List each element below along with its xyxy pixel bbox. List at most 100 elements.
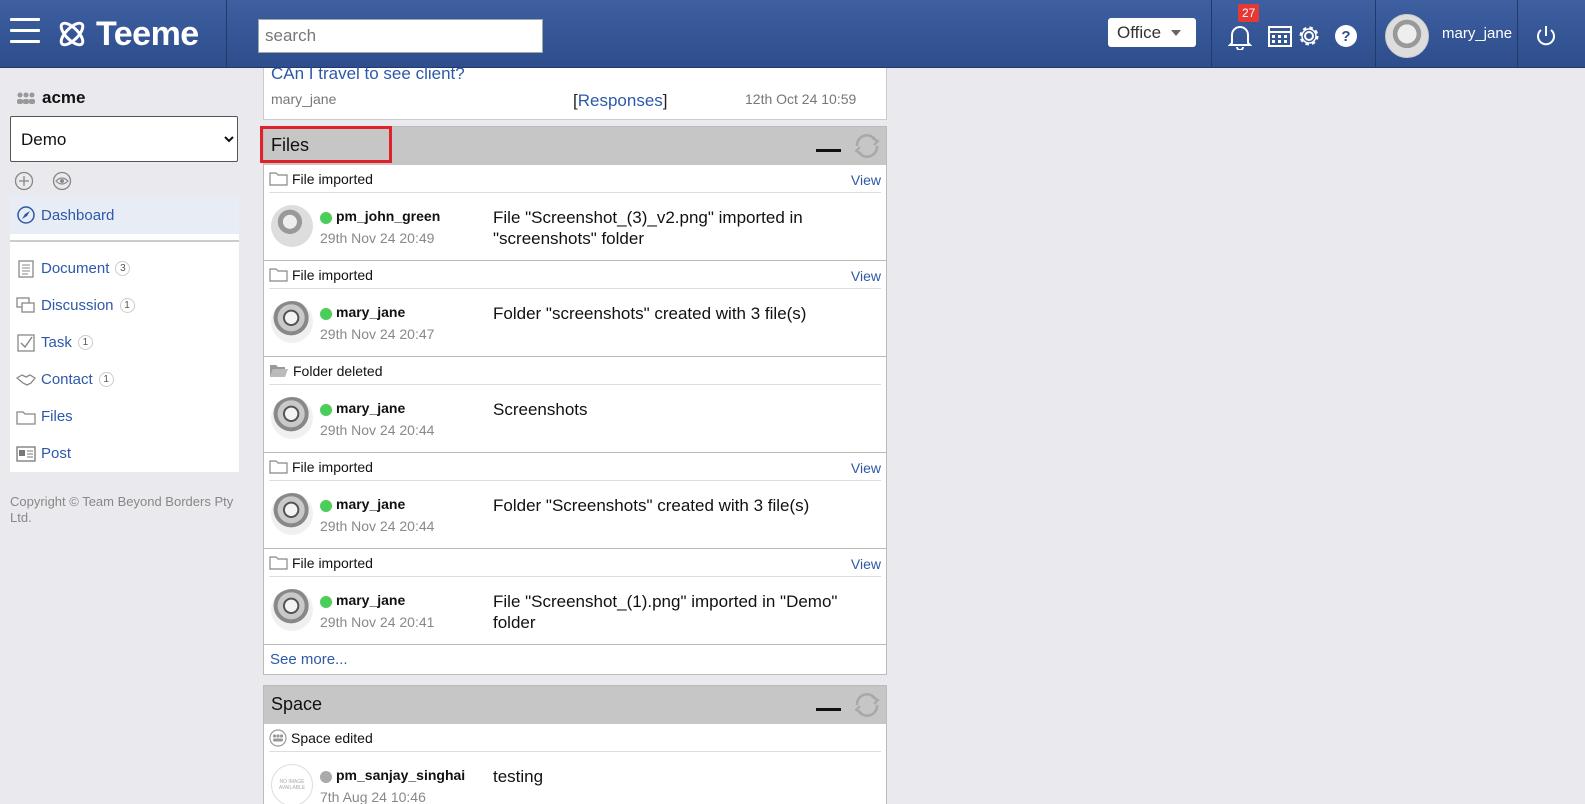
copyright-text: Copyright © Team Beyond Borders Pty Ltd.: [10, 494, 234, 525]
view-link[interactable]: View: [851, 556, 881, 572]
sidebar-item-dashboard[interactable]: Dashboard: [10, 196, 239, 234]
user-avatar[interactable]: [271, 205, 313, 247]
view-link[interactable]: View: [851, 460, 881, 476]
help-icon[interactable]: ?: [1334, 24, 1358, 48]
activity-entry: File imported View pm_john_green 29th No…: [264, 165, 886, 261]
sidebar-nav: Dashboard Document 3 Discussion 1 Task 1: [10, 196, 239, 472]
activity-entry: Space edited NO IMAGE AVAILABLE pm_sanja…: [264, 724, 886, 804]
handshake-icon: [16, 370, 36, 390]
sidebar-item-document[interactable]: Document 3: [10, 250, 239, 287]
sidebar: acme Demo Dashboard Document 3 Discussio…: [10, 68, 239, 526]
folder-icon: [269, 555, 288, 570]
document-icon: [16, 259, 36, 279]
user-avatar[interactable]: [271, 301, 313, 343]
divider: [10, 240, 239, 242]
activity-entry: File imported View mary_jane 29th Nov 24…: [264, 549, 886, 645]
sidebar-item-post[interactable]: Post: [10, 435, 239, 472]
gear-icon[interactable]: [1296, 23, 1322, 49]
entry-type: Space edited: [291, 729, 373, 746]
see-more-link[interactable]: See more...: [264, 645, 886, 674]
minimize-icon[interactable]: [816, 708, 841, 711]
entry-header: File imported View: [269, 261, 881, 289]
open-folder-icon: [269, 363, 289, 378]
post-icon: [16, 444, 36, 464]
user-name[interactable]: mary_jane: [336, 496, 405, 512]
add-circle-icon[interactable]: [14, 171, 34, 191]
svg-text:?: ?: [1341, 28, 1350, 45]
responses-link-wrapper: [Responses]: [573, 91, 668, 111]
checkbox-icon: [16, 333, 36, 353]
refresh-icon[interactable]: [852, 692, 882, 718]
dashboard-feed: CAn I travel to see client? mary_jane [R…: [260, 64, 887, 804]
user-name[interactable]: pm_sanjay_singhai: [336, 767, 465, 783]
folder-icon: [269, 171, 288, 186]
space-widget: Space Space edited NO IMAGE AVAILABLE pm…: [263, 685, 887, 804]
entry-header: File imported View: [269, 549, 881, 577]
user-name[interactable]: pm_john_green: [336, 208, 440, 224]
entry-date: 29th Nov 24 20:49: [320, 230, 435, 246]
user-avatar[interactable]: [271, 397, 313, 439]
top-bar: Teeme Office 27 ? mary_jane: [0, 0, 1585, 68]
minimize-icon[interactable]: [816, 149, 841, 152]
view-link[interactable]: View: [851, 268, 881, 284]
entry-body: mary_jane 29th Nov 24 20:44 Folder "Scre…: [269, 481, 881, 548]
entry-header: File imported View: [269, 453, 881, 481]
entry-header: Space edited: [269, 724, 881, 752]
highlight-box: [260, 126, 392, 163]
user-avatar[interactable]: NO IMAGE AVAILABLE: [271, 764, 313, 804]
user-name[interactable]: mary_jane: [336, 304, 405, 320]
online-status-icon: [320, 212, 332, 224]
bell-icon[interactable]: [1228, 24, 1252, 50]
workspace-dropdown-label: Office: [1117, 22, 1162, 42]
entry-body: NO IMAGE AVAILABLE pm_sanjay_singhai 7th…: [269, 752, 881, 804]
workspace-dropdown[interactable]: Office: [1108, 18, 1196, 47]
hamburger-menu-icon[interactable]: [10, 18, 40, 46]
compass-icon: [16, 205, 36, 225]
divider: [226, 0, 227, 68]
entry-body: pm_john_green 29th Nov 24 20:49 File "Sc…: [269, 193, 881, 260]
entry-text: Screenshots: [493, 400, 588, 419]
entry-body: mary_jane 29th Nov 24 20:44 Screenshots: [269, 385, 881, 452]
power-icon[interactable]: [1535, 25, 1557, 47]
user-avatar[interactable]: [271, 493, 313, 535]
username[interactable]: mary_jane: [1442, 25, 1512, 42]
entry-text: File "Screenshot_(3)_v2.png" imported in…: [493, 208, 803, 248]
user-name[interactable]: mary_jane: [336, 592, 405, 608]
user-avatar[interactable]: [271, 589, 313, 631]
item-count-badge: 1: [119, 298, 135, 313]
entry-body: mary_jane 29th Nov 24 20:41 File "Screen…: [269, 577, 881, 644]
folder-icon: [269, 267, 288, 282]
view-link[interactable]: View: [851, 172, 881, 188]
sidebar-item-discussion[interactable]: Discussion 1: [10, 287, 239, 324]
activity-entry: File imported View mary_jane 29th Nov 24…: [264, 261, 886, 357]
sidebar-item-task[interactable]: Task 1: [10, 324, 239, 361]
folder-icon: [269, 459, 288, 474]
search-input[interactable]: [258, 19, 543, 53]
entry-date: 7th Aug 24 10:46: [320, 789, 426, 804]
activity-entry: Folder deleted mary_jane 29th Nov 24 20:…: [264, 357, 886, 453]
eye-icon[interactable]: [52, 171, 72, 191]
online-status-icon: [320, 404, 332, 416]
app-logo[interactable]: Teeme: [56, 14, 199, 54]
sidebar-item-contact[interactable]: Contact 1: [10, 361, 239, 398]
logo-text: Teeme: [96, 14, 199, 53]
calendar-icon[interactable]: [1268, 24, 1292, 48]
user-avatar[interactable]: [1385, 14, 1429, 58]
entry-type: Folder deleted: [293, 362, 383, 379]
entry-text: Folder "screenshots" created with 3 file…: [493, 304, 807, 323]
post-title-link[interactable]: CAn I travel to see client?: [271, 64, 465, 84]
item-count-badge: 1: [98, 372, 114, 387]
entry-date: 29th Nov 24 20:47: [320, 326, 435, 342]
activity-entry: File imported View mary_jane 29th Nov 24…: [264, 453, 886, 549]
org-header: acme: [16, 88, 239, 108]
org-name: acme: [42, 88, 86, 107]
responses-link[interactable]: Responses: [578, 91, 663, 110]
online-status-icon: [320, 308, 332, 320]
sidebar-item-label: Document: [41, 260, 110, 277]
space-select[interactable]: Demo: [10, 116, 238, 162]
refresh-icon[interactable]: [852, 133, 882, 159]
entry-type: File imported: [292, 458, 373, 475]
sidebar-item-files[interactable]: Files: [10, 398, 239, 435]
entry-text: testing: [493, 767, 544, 786]
user-name[interactable]: mary_jane: [336, 400, 405, 416]
